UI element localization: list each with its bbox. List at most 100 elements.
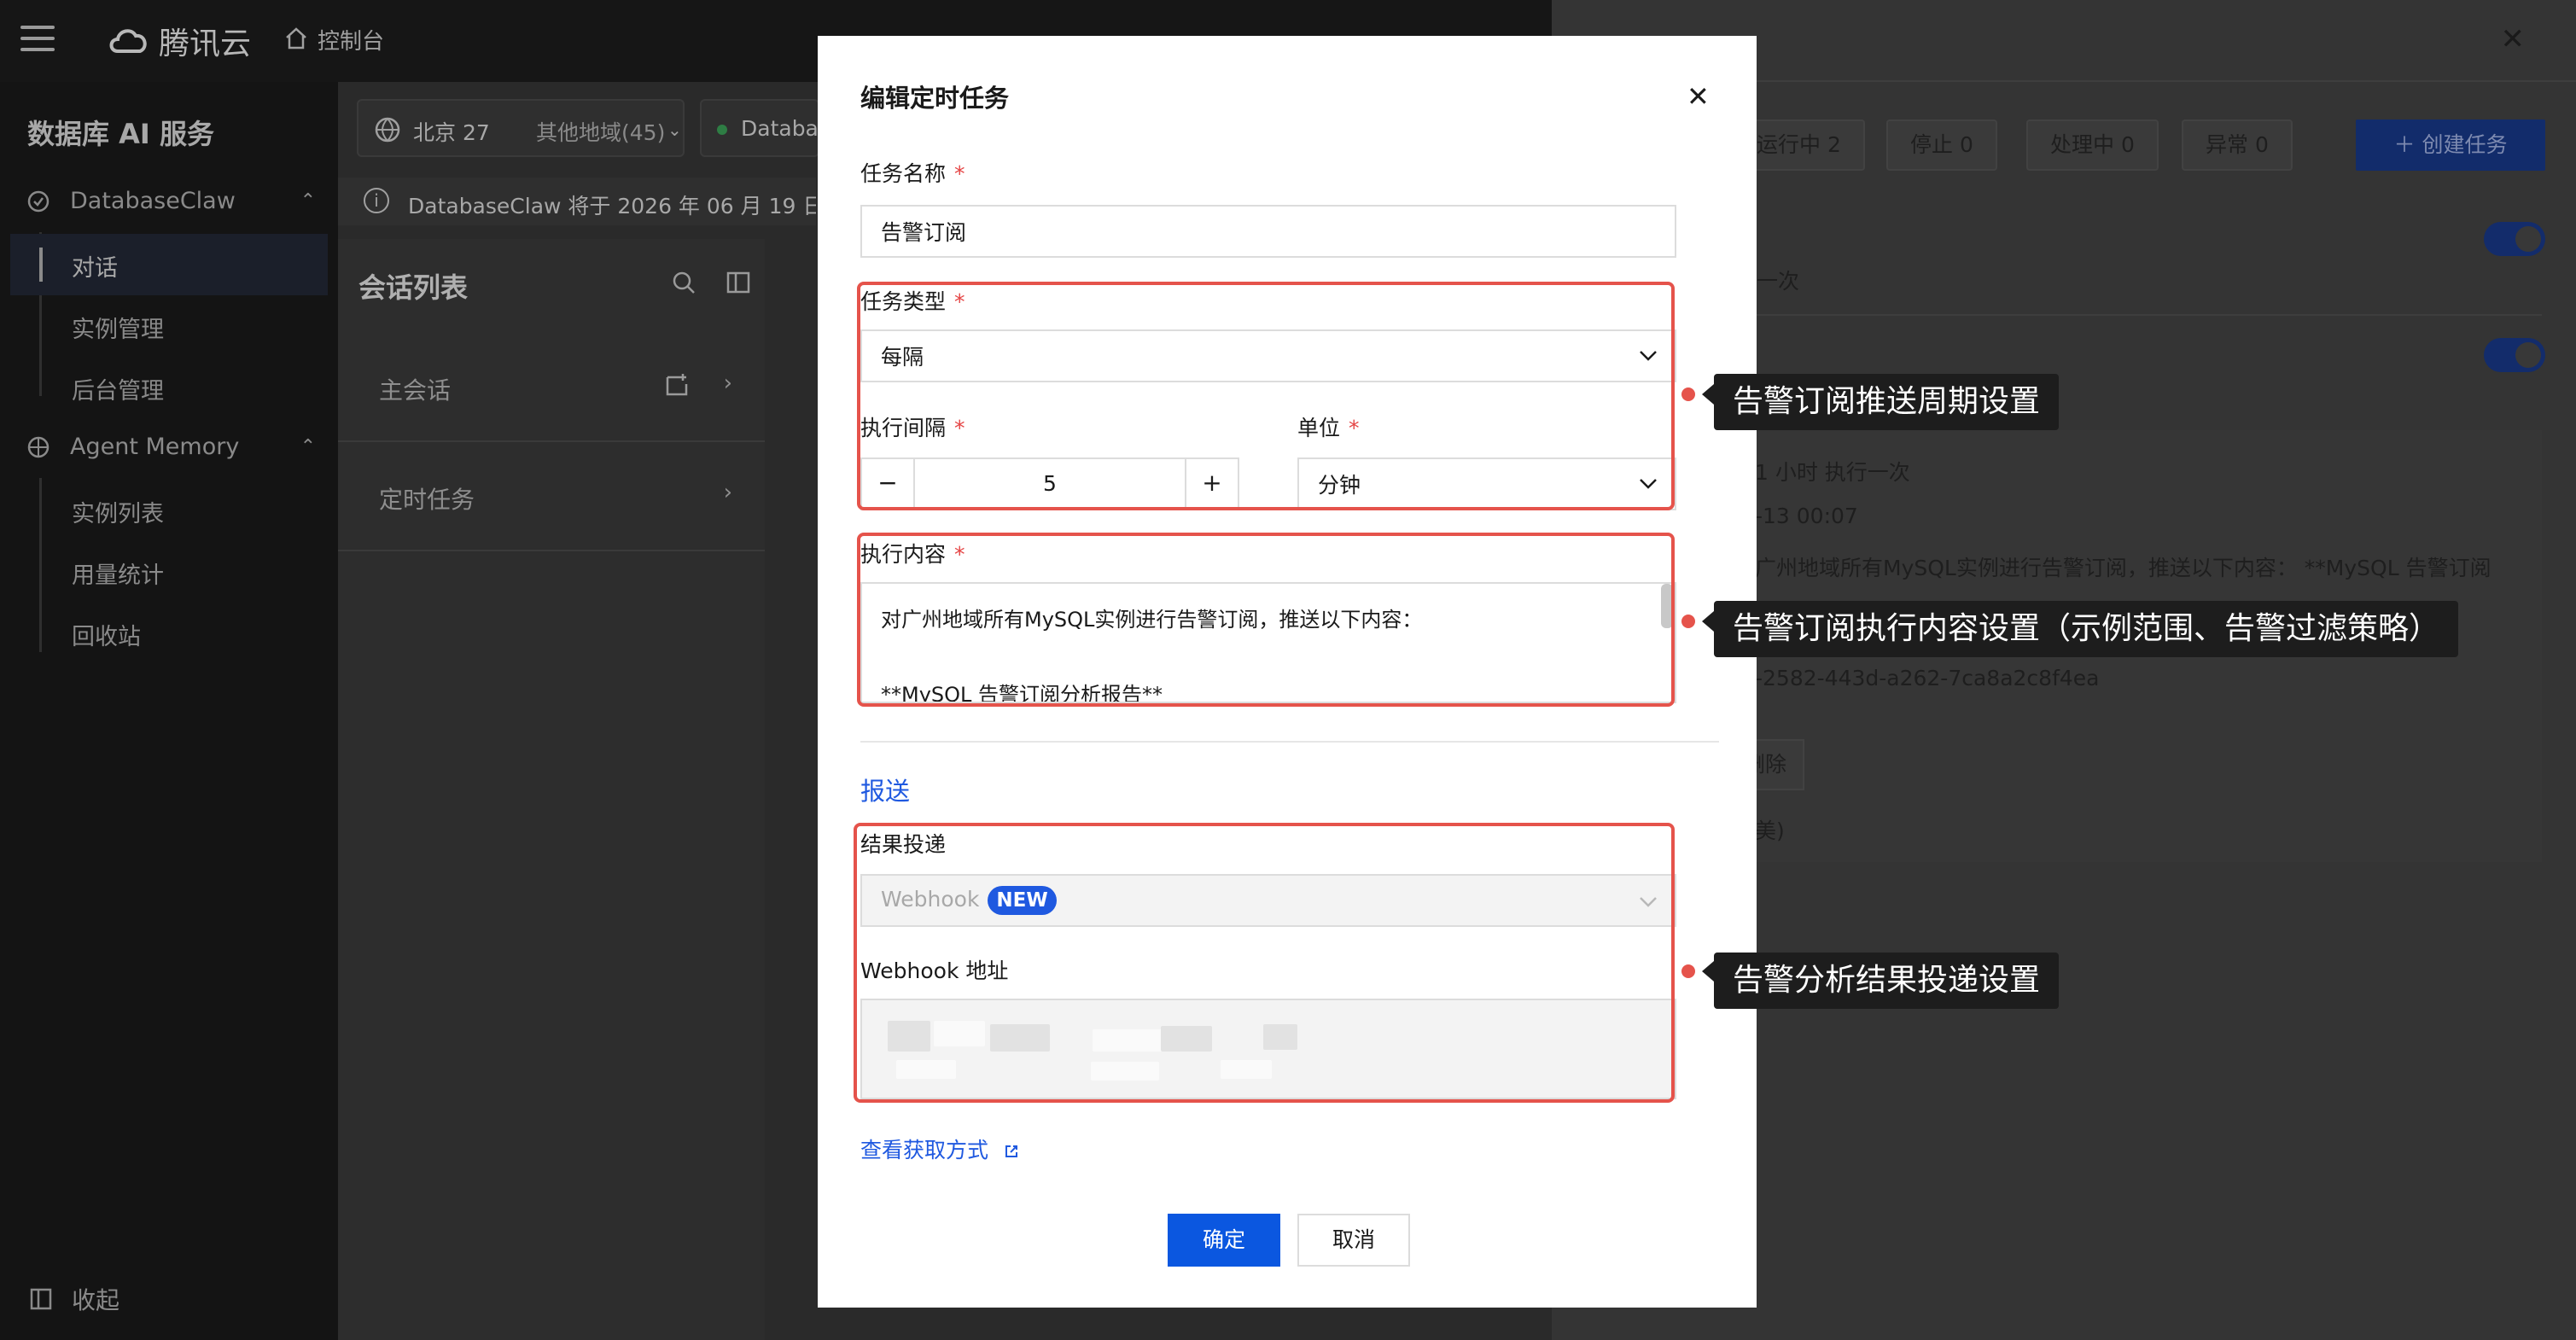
interval-stepper[interactable]: − 5 + xyxy=(860,457,1239,510)
task-toggle-switch[interactable] xyxy=(2484,338,2545,372)
region-selector[interactable]: 北京 27 其他地域(45) ⌄ xyxy=(357,99,685,157)
chevron-down-icon xyxy=(1640,897,1657,907)
sidebar-tree-line xyxy=(39,478,42,652)
conversation-label: 主会话 xyxy=(379,376,452,405)
delivery-select[interactable]: Webhook NEW xyxy=(860,874,1676,927)
required-mark: * xyxy=(954,289,965,314)
notice-text: DatabaseClaw 将于 2026 年 06 月 19 日 00 xyxy=(408,194,816,218)
content-line: 对广州地域所有MySQL实例进行告警订阅，推送以下内容： xyxy=(881,608,1423,632)
task-link-fragment: 美) xyxy=(1755,819,1785,843)
conversation-list-title: 会话列表 xyxy=(358,271,469,304)
brand-name[interactable]: 腾讯云 xyxy=(159,19,251,63)
task-toggle-switch[interactable] xyxy=(2484,222,2545,256)
memory-icon xyxy=(27,436,50,457)
view-help-link[interactable]: 查看获取方式 xyxy=(860,1133,1019,1164)
webhook-label: Webhook 地址 xyxy=(860,958,1009,983)
status-dot xyxy=(717,125,727,135)
conversation-label: 定时任务 xyxy=(379,486,475,514)
sidebar-item-chat[interactable]: 对话 xyxy=(72,249,118,283)
status-chip-processing[interactable]: 处理中 0 xyxy=(2026,119,2159,171)
status-chip-stopped[interactable]: 停止 0 xyxy=(1886,119,1997,171)
chevron-down-icon xyxy=(1640,351,1657,361)
callout-dot xyxy=(1681,615,1695,628)
close-icon[interactable]: ✕ xyxy=(2501,22,2526,56)
sidebar-collapse-button[interactable]: 收起 xyxy=(29,1282,119,1316)
task-interval-fragment: 1 小时 执行一次 xyxy=(1755,460,1910,485)
task-schedule-fragment: 一次 xyxy=(1757,269,1800,294)
task-name-value: 告警订阅 xyxy=(881,220,967,245)
webhook-address-input[interactable] xyxy=(860,999,1676,1099)
label-text: 单位 xyxy=(1297,416,1341,440)
sidebar-title: 数据库 AI 服务 xyxy=(27,118,214,150)
unit-label: 单位 * xyxy=(1297,411,1360,442)
new-badge: NEW xyxy=(988,886,1057,915)
label-text: 执行间隔 xyxy=(860,416,947,440)
task-name-input[interactable]: 告警订阅 xyxy=(860,205,1676,258)
collapse-icon xyxy=(30,1288,52,1310)
notice-banner: i DatabaseClaw 将于 2026 年 06 月 19 日 00 xyxy=(338,178,816,225)
chevron-up-icon: ⌃ xyxy=(300,436,316,457)
cloud-logo-icon xyxy=(109,29,147,53)
sidebar-group-agent-memory[interactable]: Agent Memory ⌃ xyxy=(26,434,316,460)
task-name-label: 任务名称 * xyxy=(860,157,965,188)
sidebar-item-backend-management[interactable]: 后台管理 xyxy=(72,372,164,405)
console-link[interactable]: 控制台 xyxy=(318,24,384,55)
callout-schedule: 告警订阅推送周期设置 xyxy=(1714,374,2060,430)
sidebar-item-instance-management[interactable]: 实例管理 xyxy=(72,311,164,344)
increment-button[interactable]: + xyxy=(1185,459,1238,509)
unit-value: 分钟 xyxy=(1318,473,1361,498)
callout-pointer xyxy=(1702,961,1714,982)
label-text: 任务名称 xyxy=(860,161,947,186)
database-name: Databa xyxy=(741,116,819,141)
decrement-button[interactable]: − xyxy=(862,459,915,509)
task-content-fragment: 广州地域所有MySQL实例进行告警订阅，推送以下内容： **MySQL 告警订阅 xyxy=(1755,556,2491,580)
sidebar-active-indicator xyxy=(39,248,43,282)
redacted-block xyxy=(1093,1029,1169,1052)
hamburger-menu-icon[interactable] xyxy=(20,26,55,53)
cancel-button[interactable]: 取消 xyxy=(1297,1214,1410,1267)
claw-icon xyxy=(27,190,50,212)
conversation-row-scheduled[interactable]: 定时任务 › xyxy=(338,444,765,551)
callout-pointer xyxy=(1702,384,1714,405)
callout-delivery: 告警分析结果投递设置 xyxy=(1714,953,2060,1009)
label-text: 任务类型 xyxy=(860,289,947,314)
sidebar-group-label: DatabaseClaw xyxy=(70,188,236,214)
callout-dot xyxy=(1681,964,1695,978)
delivery-value-wrap: Webhook NEW xyxy=(881,886,1057,915)
region-other: 其他地域(45) xyxy=(536,120,666,145)
conversation-row-main[interactable]: 主会话 › xyxy=(338,335,765,442)
status-chip-error[interactable]: 异常 0 xyxy=(2182,119,2293,171)
database-selector[interactable]: Databa xyxy=(700,99,819,157)
sidebar-item-usage-stats[interactable]: 用量统计 xyxy=(72,556,164,590)
redacted-block xyxy=(896,1060,956,1079)
confirm-button[interactable]: 确定 xyxy=(1168,1214,1280,1267)
new-chat-icon[interactable] xyxy=(664,372,690,398)
external-link-icon xyxy=(1005,1145,1017,1157)
callout-content: 告警订阅执行内容设置（示例范围、告警过滤策略） xyxy=(1714,601,2459,657)
info-icon: i xyxy=(364,188,389,213)
task-type-value: 每隔 xyxy=(881,345,924,370)
sidebar-group-databaseclaw[interactable]: DatabaseClaw ⌃ xyxy=(26,188,316,214)
label-text: 执行内容 xyxy=(860,542,947,567)
sidebar-item-recycle-bin[interactable]: 回收站 xyxy=(72,618,141,651)
redacted-block xyxy=(1161,1026,1212,1052)
interval-value[interactable]: 5 xyxy=(915,459,1185,509)
close-icon[interactable]: ✕ xyxy=(1687,80,1710,113)
redacted-block xyxy=(1091,1062,1159,1081)
panel-toggle-icon[interactable] xyxy=(726,270,751,295)
required-mark: * xyxy=(954,542,965,567)
task-type-select[interactable]: 每隔 xyxy=(860,329,1676,382)
unit-select[interactable]: 分钟 xyxy=(1297,457,1676,510)
content-textarea[interactable]: 对广州地域所有MySQL实例进行告警订阅，推送以下内容： **MySQL 告警订… xyxy=(860,582,1676,703)
sidebar-item-instance-list[interactable]: 实例列表 xyxy=(72,495,164,528)
region-selected: 北京 27 xyxy=(413,120,490,145)
chevron-up-icon: ⌃ xyxy=(300,190,316,212)
modal-title: 编辑定时任务 xyxy=(860,84,1010,113)
interval-label: 执行间隔 * xyxy=(860,411,965,442)
create-task-button[interactable]: ＋ 创建任务 xyxy=(2356,119,2545,171)
search-icon[interactable] xyxy=(671,270,696,295)
redacted-block xyxy=(888,1021,930,1052)
required-mark: * xyxy=(954,161,965,186)
report-section-title: 报送 xyxy=(860,777,911,806)
textarea-scrollbar[interactable] xyxy=(1661,584,1673,628)
